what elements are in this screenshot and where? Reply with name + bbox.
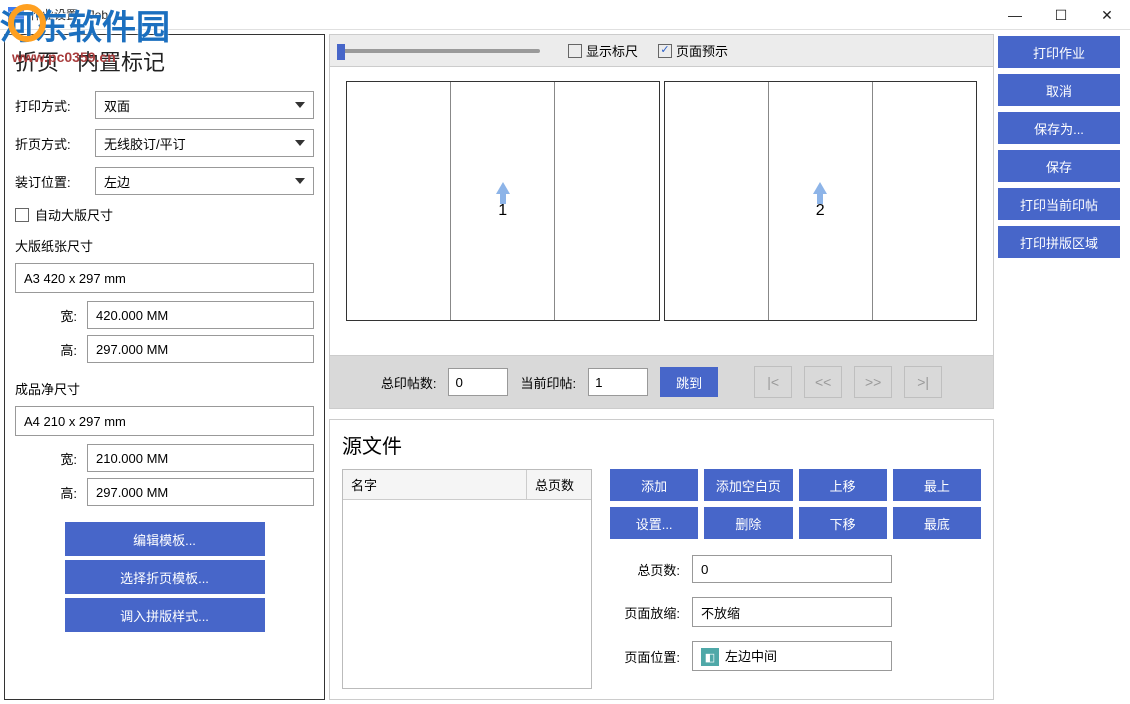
cancel-button[interactable]: 取消: [998, 74, 1120, 106]
tab-marks[interactable]: 内置标记: [77, 45, 165, 77]
height-label: 高:: [53, 340, 77, 359]
sheet-1[interactable]: 1: [346, 81, 660, 321]
current-sheet-input[interactable]: [588, 368, 648, 396]
maximize-button[interactable]: ☐: [1038, 0, 1084, 30]
tab-fold[interactable]: 折页: [15, 45, 59, 77]
titlebar: 作业设置 - Job — ☐ ✕: [0, 0, 1130, 30]
print-mode-label: 打印方式:: [15, 96, 85, 115]
total-sheets-input[interactable]: [448, 368, 508, 396]
preview-toolbar: 显示标尺 页面预示: [329, 34, 994, 67]
source-title: 源文件: [342, 430, 981, 459]
finish-height-input[interactable]: [87, 478, 314, 506]
total-pages-input[interactable]: [692, 555, 892, 583]
auto-size-checkbox[interactable]: [15, 208, 29, 222]
print-mode-select[interactable]: 双面: [95, 91, 314, 119]
zoom-slider[interactable]: [340, 49, 540, 53]
sheet-nav-bar: 总印帖数: 当前印帖: 跳到 |< << >> >|: [329, 356, 994, 409]
arrow-up-icon: [813, 182, 827, 194]
bind-pos-select[interactable]: 左边: [95, 167, 314, 195]
show-ruler-checkbox[interactable]: [568, 44, 582, 58]
right-action-panel: 打印作业 取消 保存为... 保存 打印当前印帖 打印拼版区域: [998, 30, 1130, 704]
page-preview-checkbox[interactable]: [658, 44, 672, 58]
large-width-input[interactable]: [87, 301, 314, 329]
chevron-down-icon: [295, 140, 305, 146]
next-button[interactable]: >>: [854, 366, 892, 398]
fold-mode-select[interactable]: 无线胶订/平订: [95, 129, 314, 157]
large-paper-select[interactable]: A3 420 x 297 mm: [15, 263, 314, 293]
edit-template-button[interactable]: 编辑模板...: [65, 522, 265, 556]
show-ruler-label: 显示标尺: [586, 41, 638, 60]
chevron-down-icon: [295, 102, 305, 108]
finish-width-input[interactable]: [87, 444, 314, 472]
add-button[interactable]: 添加: [610, 469, 698, 501]
move-top-button[interactable]: 最上: [893, 469, 981, 501]
large-height-input[interactable]: [87, 335, 314, 363]
finish-size-label: 成品净尺寸: [15, 379, 314, 398]
source-files-panel: 源文件 名字 总页数 添加 添加空白页 上移 最上 设置... 删除: [329, 419, 994, 700]
load-style-button[interactable]: 调入拼版样式...: [65, 598, 265, 632]
position-icon: ◧: [701, 648, 719, 666]
add-blank-button[interactable]: 添加空白页: [704, 469, 792, 501]
last-button[interactable]: >|: [904, 366, 942, 398]
print-region-button[interactable]: 打印拼版区域: [998, 226, 1120, 258]
print-current-button[interactable]: 打印当前印帖: [998, 188, 1120, 220]
minimize-button[interactable]: —: [992, 0, 1038, 30]
select-fold-template-button[interactable]: 选择折页模板...: [65, 560, 265, 594]
bind-pos-label: 装订位置:: [15, 172, 85, 191]
app-icon: [8, 7, 24, 23]
total-pages-label: 总页数:: [610, 560, 680, 579]
move-bottom-button[interactable]: 最底: [893, 507, 981, 539]
prev-button[interactable]: <<: [804, 366, 842, 398]
auto-size-label: 自动大版尺寸: [35, 205, 113, 224]
width-label: 宽:: [53, 306, 77, 325]
delete-button[interactable]: 删除: [704, 507, 792, 539]
finish-size-select[interactable]: A4 210 x 297 mm: [15, 406, 314, 436]
scale-select[interactable]: 不放缩: [692, 597, 892, 627]
page-preview-label: 页面预示: [676, 41, 728, 60]
save-as-button[interactable]: 保存为...: [998, 112, 1120, 144]
preview-pane: 1 2: [329, 67, 994, 356]
first-button[interactable]: |<: [754, 366, 792, 398]
col-pages[interactable]: 总页数: [527, 470, 591, 499]
fold-mode-label: 折页方式:: [15, 134, 85, 153]
goto-button[interactable]: 跳到: [660, 367, 718, 397]
move-up-button[interactable]: 上移: [799, 469, 887, 501]
current-sheet-label: 当前印帖:: [520, 373, 576, 392]
large-paper-label: 大版纸张尺寸: [15, 236, 314, 255]
arrow-up-icon: [496, 182, 510, 194]
move-down-button[interactable]: 下移: [799, 507, 887, 539]
col-name[interactable]: 名字: [343, 470, 527, 499]
close-button[interactable]: ✕: [1084, 0, 1130, 30]
save-button[interactable]: 保存: [998, 150, 1120, 182]
chevron-down-icon: [295, 178, 305, 184]
pos-select[interactable]: ◧左边中间: [692, 641, 892, 671]
pos-label: 页面位置:: [610, 647, 680, 666]
settings-button[interactable]: 设置...: [610, 507, 698, 539]
left-panel: 折页 内置标记 打印方式: 双面 折页方式: 无线胶订/平订 装订位置: 左边: [4, 34, 325, 700]
window-title: 作业设置 - Job: [30, 6, 108, 23]
slider-thumb[interactable]: [337, 44, 345, 60]
sheet-2[interactable]: 2: [664, 81, 978, 321]
print-job-button[interactable]: 打印作业: [998, 36, 1120, 68]
total-sheets-label: 总印帖数:: [381, 373, 437, 392]
scale-label: 页面放缩:: [610, 603, 680, 622]
file-table[interactable]: 名字 总页数: [342, 469, 592, 689]
